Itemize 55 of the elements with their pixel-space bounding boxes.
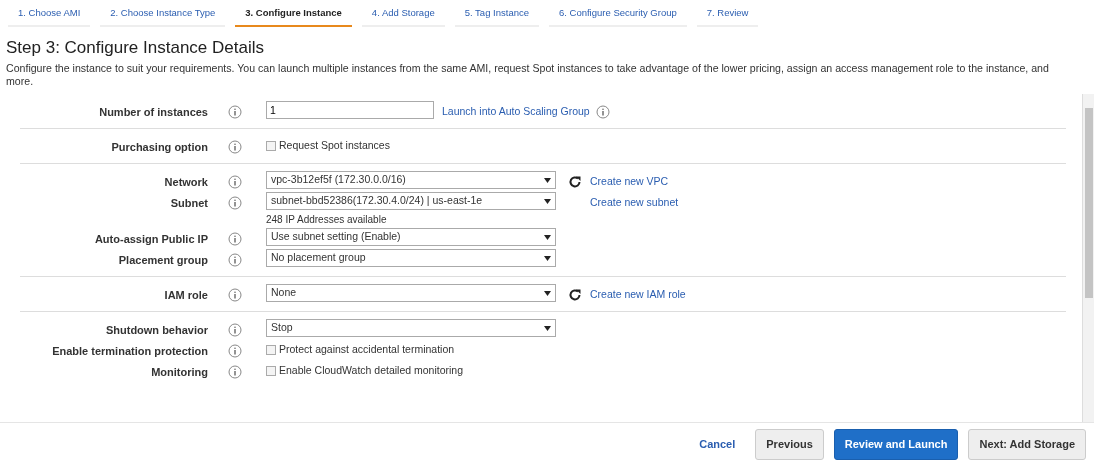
text-input[interactable]: 1: [266, 101, 434, 120]
field-label: IAM role: [163, 288, 208, 304]
link[interactable]: Create new subnet: [590, 192, 679, 211]
field-label: Enable termination protection: [51, 344, 208, 360]
info-icon[interactable]: [228, 286, 242, 301]
info-icon[interactable]: [228, 230, 242, 245]
info-icon[interactable]: [228, 103, 242, 118]
wizard-step-tab[interactable]: 1. Choose AMI: [8, 4, 91, 28]
dropdown[interactable]: None: [266, 284, 556, 303]
dropdown[interactable]: No placement group: [266, 249, 556, 268]
info-icon[interactable]: [228, 342, 242, 357]
wizard-step-tab[interactable]: 4. Add Storage: [361, 4, 445, 28]
wizard-step-tab[interactable]: 3. Configure Instance: [235, 4, 352, 28]
button[interactable]: Previous: [755, 429, 824, 460]
info-icon[interactable]: [228, 138, 242, 153]
checkbox[interactable]: [266, 141, 276, 152]
field-label: Network: [163, 175, 208, 191]
scrollbar[interactable]: [1082, 94, 1094, 423]
wizard-step-tab[interactable]: 2. Choose Instance Type: [100, 4, 226, 28]
button[interactable]: Review and Launch: [833, 429, 959, 460]
info-icon[interactable]: [228, 194, 242, 209]
dropdown[interactable]: Use subnet setting (Enable): [266, 228, 556, 247]
info-icon[interactable]: [228, 321, 242, 336]
checkbox[interactable]: [266, 366, 276, 377]
checkbox-label: Request Spot instances: [279, 138, 390, 154]
refresh-icon[interactable]: [568, 173, 582, 188]
link[interactable]: Launch into Auto Scaling Group: [442, 101, 590, 120]
wizard-step-tab[interactable]: 6. Configure Security Group: [549, 4, 687, 28]
link[interactable]: Create new VPC: [590, 171, 669, 190]
checkbox-label: Enable CloudWatch detailed monitoring: [279, 363, 464, 379]
field-label: Monitoring: [150, 365, 208, 381]
page-title: Step 3: Configure Instance Details: [6, 37, 265, 60]
info-icon[interactable]: [228, 251, 242, 266]
wizard-step-tab[interactable]: 7. Review: [696, 4, 759, 28]
page-description: Configure the instance to suit your requirements. You can launch multiple instances from the same AMI, request Spot instances to take advantage of the lower pricing, assign an access management role to the instance, and more.: [6, 61, 1050, 89]
cancel-link[interactable]: Cancel: [689, 430, 746, 459]
checkbox[interactable]: [266, 345, 276, 356]
info-icon[interactable]: [595, 103, 610, 118]
field-label: Auto-assign Public IP: [93, 232, 208, 248]
field-label: Placement group: [117, 253, 208, 269]
field-label: Shutdown behavior: [104, 323, 208, 339]
field-label: Number of instances: [98, 105, 208, 121]
helper-text: 248 IP Addresses available: [266, 213, 388, 228]
info-icon[interactable]: [228, 173, 242, 188]
field-label: Subnet: [169, 196, 208, 212]
dropdown[interactable]: subnet-bbd52386(172.30.4.0/24) | us-east-1e: [266, 192, 556, 211]
info-icon[interactable]: [228, 363, 242, 378]
dropdown[interactable]: vpc-3b12ef5f (172.30.0.0/16): [266, 171, 556, 190]
dropdown[interactable]: Stop: [266, 319, 556, 338]
checkbox-label: Protect against accidental termination: [279, 342, 455, 358]
link[interactable]: Create new IAM role: [590, 284, 686, 303]
button[interactable]: Next: Add Storage: [968, 429, 1086, 460]
refresh-icon[interactable]: [568, 286, 582, 301]
field-label: Purchasing option: [110, 140, 208, 156]
wizard-step-tab[interactable]: 5. Tag Instance: [454, 4, 539, 28]
